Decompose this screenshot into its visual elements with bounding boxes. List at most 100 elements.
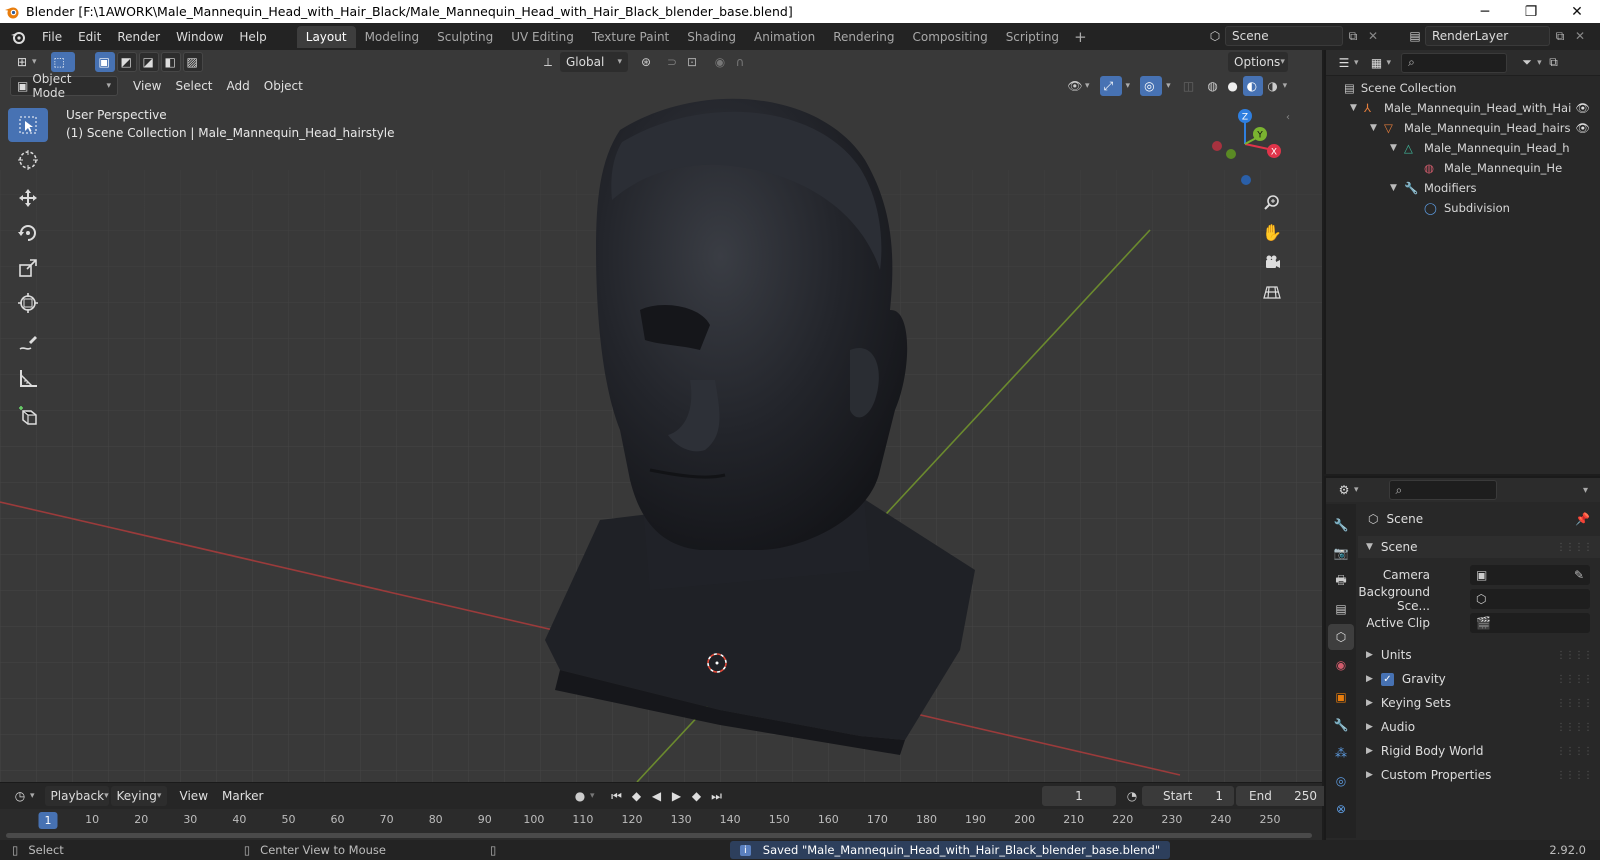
visibility-eye-icon[interactable]: 👁	[1575, 121, 1590, 135]
tab-scripting[interactable]: Scripting	[997, 26, 1068, 48]
gizmo-neg-z-axis[interactable]	[1241, 175, 1251, 185]
tab-modifiers-icon[interactable]: 🔧	[1328, 712, 1354, 738]
timeline-editor-type-icon[interactable]: ◷	[10, 786, 30, 806]
expand-down-icon[interactable]: ▼	[1390, 183, 1397, 193]
menu-edit[interactable]: Edit	[70, 26, 109, 48]
subpanel-gravity[interactable]: ▶ ✓ Gravity ⋮⋮⋮⋮	[1358, 668, 1600, 690]
properties-editor-type-icon[interactable]: ⚙	[1334, 480, 1354, 500]
background-scene-field[interactable]: ⬡	[1470, 589, 1590, 609]
chevron-down-icon[interactable]: ▾	[1583, 485, 1588, 496]
tab-texture-paint[interactable]: Texture Paint	[583, 26, 678, 48]
tab-physics-icon[interactable]: ◎	[1328, 768, 1354, 794]
play-icon[interactable]: ▶	[667, 786, 687, 806]
tool-move[interactable]	[8, 181, 48, 215]
tool-scale[interactable]	[8, 251, 48, 285]
tool-add-cube[interactable]	[8, 399, 48, 433]
timeline-menu-view[interactable]: View	[173, 789, 215, 803]
timeline-scrollbar[interactable]	[6, 833, 1312, 838]
solid-shading-icon[interactable]: ●	[1223, 76, 1243, 96]
end-frame-field[interactable]: End 250	[1236, 786, 1328, 806]
pan-hand-icon[interactable]: ✋	[1260, 220, 1284, 244]
scene-panel-header[interactable]: ▼ Scene ⋮⋮⋮⋮	[1358, 536, 1600, 558]
options-dropdown[interactable]: Options ▾	[1228, 52, 1288, 72]
status-report[interactable]: i Saved "Male_Mannequin_Head_with_Hair_B…	[730, 841, 1171, 859]
tool-transform[interactable]	[8, 286, 48, 320]
add-workspace-button[interactable]: +	[1068, 28, 1093, 46]
clock-icon[interactable]: ◔	[1122, 786, 1142, 806]
playback-menu[interactable]: Playback ▾	[44, 786, 109, 806]
minimize-button[interactable]: ─	[1462, 0, 1508, 23]
falloff-icon[interactable]: ∩	[730, 52, 750, 72]
new-collection-icon[interactable]: ⧉	[1544, 53, 1564, 73]
render-layer-field[interactable]: RenderLayer	[1425, 26, 1550, 46]
expand-down-icon[interactable]: ▼	[1370, 123, 1377, 133]
zoom-icon[interactable]	[1260, 190, 1284, 214]
new-scene-icon[interactable]: ⧉	[1343, 26, 1363, 46]
start-frame-field[interactable]: Start 1	[1142, 786, 1234, 806]
tab-particles-icon[interactable]: ⁂	[1328, 740, 1354, 766]
menu-render[interactable]: Render	[109, 26, 168, 48]
subpanel-custom-properties[interactable]: ▶ Custom Properties ⋮⋮⋮⋮	[1358, 764, 1600, 786]
expand-down-icon[interactable]: ▼	[1350, 103, 1357, 113]
subpanel-units[interactable]: ▶ Units ⋮⋮⋮⋮	[1358, 644, 1600, 666]
viewport-menu-select[interactable]: Select	[168, 79, 219, 93]
eyedropper-icon[interactable]: ✎	[1574, 568, 1584, 582]
drag-grip-icon[interactable]: ⋮⋮⋮⋮	[1556, 722, 1593, 733]
tab-constraints-icon[interactable]: ⊗	[1328, 796, 1354, 822]
outliner-row-scene-collection[interactable]: ▤ Scene Collection	[1326, 78, 1600, 98]
tab-animation[interactable]: Animation	[745, 26, 824, 48]
chevron-down-icon[interactable]: ▾	[1283, 81, 1288, 91]
chevron-down-icon[interactable]: ▾	[1354, 485, 1359, 495]
camera-field[interactable]: ▣ ✎	[1470, 565, 1590, 585]
tool-measure[interactable]	[8, 361, 48, 395]
keying-menu[interactable]: Keying ▾	[110, 786, 167, 806]
jump-to-end-icon[interactable]: ⏭	[707, 786, 727, 806]
snap-target-icon[interactable]: ⊡	[682, 52, 702, 72]
drag-grip-icon[interactable]: ⋮⋮⋮⋮	[1556, 650, 1593, 661]
tab-sculpting[interactable]: Sculpting	[428, 26, 502, 48]
select-invert-icon[interactable]: ◧	[160, 52, 181, 72]
menu-file[interactable]: File	[34, 26, 70, 48]
play-reverse-icon[interactable]: ◀	[647, 786, 667, 806]
chevron-down-icon[interactable]: ▾	[1126, 81, 1131, 91]
tool-annotate[interactable]	[8, 326, 48, 360]
chevron-down-icon[interactable]: ▾	[30, 791, 35, 801]
overlays-toggle-icon[interactable]: ◎	[1140, 76, 1163, 96]
active-clip-field[interactable]: 🎬	[1470, 613, 1590, 633]
tab-uv-editing[interactable]: UV Editing	[502, 26, 583, 48]
drag-grip-icon[interactable]: ⋮⋮⋮⋮	[1556, 746, 1593, 757]
properties-search-input[interactable]: ⌕	[1388, 480, 1497, 500]
tab-rendering[interactable]: Rendering	[824, 26, 903, 48]
close-button[interactable]: ✕	[1554, 0, 1600, 23]
blender-menu-icon[interactable]	[10, 29, 26, 45]
gizmo-neg-y-axis[interactable]	[1226, 149, 1236, 159]
playhead-frame-label[interactable]: 1	[38, 812, 58, 829]
display-mode-icon[interactable]: ▦	[1367, 53, 1387, 73]
outliner-row[interactable]: ▼ 🔧 Modifiers	[1326, 178, 1600, 198]
editor-type-dropdown-icon[interactable]: ▾	[32, 57, 37, 67]
tab-tool-icon[interactable]: 🔧	[1328, 512, 1354, 538]
camera-view-icon[interactable]	[1260, 250, 1284, 274]
viewport-menu-add[interactable]: Add	[220, 79, 257, 93]
expand-down-icon[interactable]: ▼	[1390, 143, 1397, 153]
outliner-search-input[interactable]: ⌕	[1401, 52, 1508, 73]
jump-to-keyframe-back-icon[interactable]: ◆	[627, 786, 647, 806]
tab-output-icon[interactable]: 🖶	[1328, 568, 1354, 594]
tab-layout[interactable]: Layout	[296, 25, 356, 48]
select-intersect-icon[interactable]: ▨	[182, 52, 203, 72]
scene-selector-icon[interactable]: ⬡	[1205, 26, 1225, 46]
view-layer-icon[interactable]: ▤	[1405, 26, 1425, 46]
select-subtract-icon[interactable]: ◪	[138, 52, 159, 72]
tool-select-box[interactable]	[8, 108, 48, 142]
tab-object-icon[interactable]: ▣	[1328, 684, 1354, 710]
tab-world-icon[interactable]: ◉	[1328, 652, 1354, 678]
visibility-eye-icon[interactable]: 👁	[1575, 101, 1590, 115]
outliner-row[interactable]: ◯ Subdivision	[1326, 198, 1600, 218]
outliner-row[interactable]: ◍ Male_Mannequin_He	[1326, 158, 1600, 178]
timeline-ruler[interactable]: 1 10 20 30 40 50 60 70 80 90 100 110 120 130 140 150 160…	[0, 811, 1322, 831]
tab-compositing[interactable]: Compositing	[903, 26, 996, 48]
tab-modeling[interactable]: Modeling	[356, 26, 429, 48]
transform-orientation-icon[interactable]: ⟂	[538, 52, 558, 72]
chevron-down-icon[interactable]: ▾	[1387, 58, 1392, 68]
outliner-row[interactable]: ▼ ⅄ Male_Mannequin_Head_with_Hai 👁	[1326, 98, 1600, 118]
